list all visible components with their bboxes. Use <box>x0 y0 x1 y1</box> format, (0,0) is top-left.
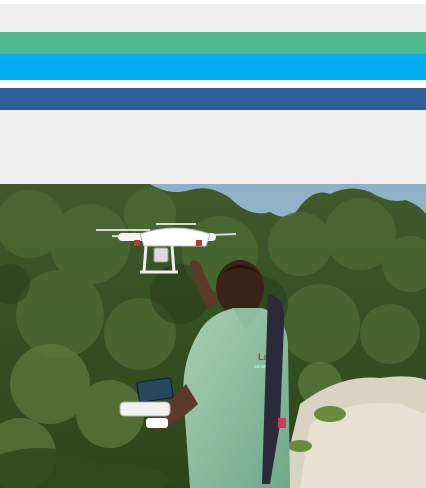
header-bar <box>0 4 426 32</box>
green-stripe <box>0 32 426 54</box>
navy-stripe <box>0 88 426 110</box>
stripe-gap <box>0 80 426 88</box>
content-panel <box>0 110 426 184</box>
blue-stripe <box>0 54 426 80</box>
drone-operator-photo: Lab GEOSPATIAL <box>0 184 426 488</box>
